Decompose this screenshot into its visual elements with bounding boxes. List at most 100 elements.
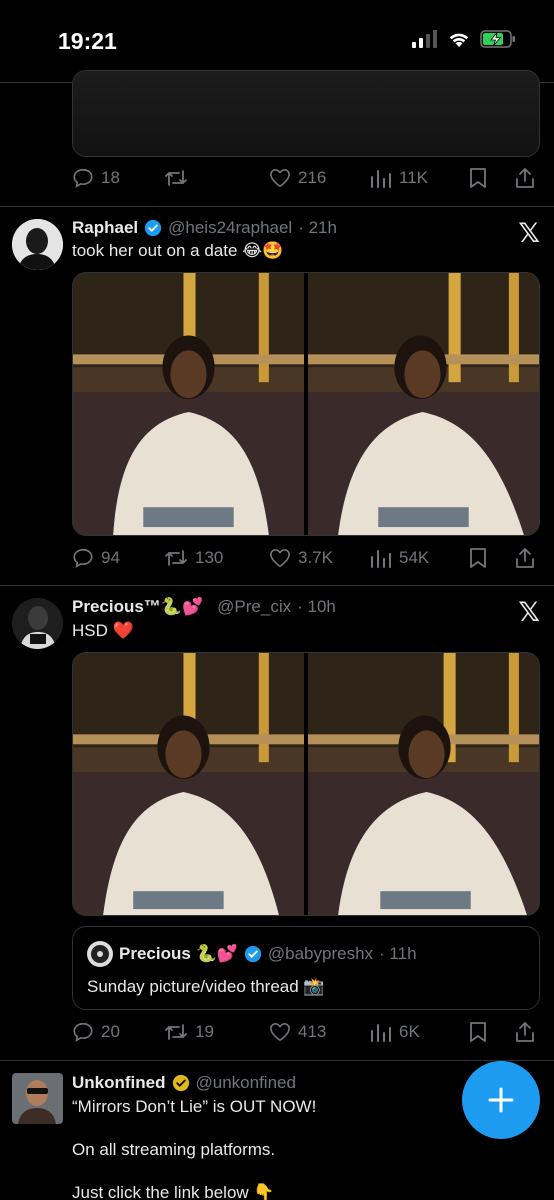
wifi-icon xyxy=(449,33,469,47)
bookmark-icon xyxy=(470,548,486,568)
retweet-icon xyxy=(165,170,187,186)
quote-display-name[interactable]: Precious 🐍💕 xyxy=(119,944,238,964)
divider xyxy=(0,585,554,586)
reply-icon xyxy=(73,168,93,188)
like-button[interactable]: 216 xyxy=(269,168,326,188)
views-count: 11K xyxy=(399,168,428,187)
views-count: 6K xyxy=(399,1022,420,1041)
retweet-button[interactable] xyxy=(164,167,195,189)
handle[interactable]: @unkonfined xyxy=(196,1073,296,1093)
avatar-image xyxy=(12,598,63,649)
reply-icon xyxy=(73,1022,93,1042)
bookmark-icon xyxy=(470,168,486,188)
like-count: 216 xyxy=(298,168,327,187)
share-icon xyxy=(516,548,534,568)
share-button[interactable] xyxy=(514,167,536,189)
views-button[interactable]: 11K xyxy=(370,168,428,188)
tweet-media[interactable] xyxy=(72,652,540,916)
bookmark-button[interactable] xyxy=(468,1021,488,1043)
share-button[interactable] xyxy=(514,1021,536,1043)
tweet-media[interactable] xyxy=(72,70,540,157)
handle[interactable]: @heis24raphael xyxy=(168,218,292,238)
verified-gold-badge-icon xyxy=(172,1074,189,1092)
x-logo-icon: 𝕏 xyxy=(518,218,540,249)
quote-text: Sunday picture/video thread 📸 xyxy=(87,977,325,996)
display-name[interactable]: Unkonfined xyxy=(72,1073,166,1093)
tweet-text: HSD ❤️ xyxy=(72,621,134,640)
bookmark-icon xyxy=(470,1022,486,1042)
avatar[interactable] xyxy=(12,598,63,649)
reply-button[interactable]: 18 xyxy=(72,167,120,189)
divider xyxy=(0,1060,554,1061)
media-image-right[interactable] xyxy=(308,273,539,535)
display-name[interactable]: Raphael xyxy=(72,218,138,238)
media-image-left[interactable] xyxy=(73,653,304,915)
views-icon xyxy=(371,1024,391,1042)
share-icon xyxy=(516,1022,534,1042)
tweet-media[interactable] xyxy=(72,272,540,536)
divider xyxy=(0,206,554,207)
display-name[interactable]: Precious™🐍💕 xyxy=(72,597,203,617)
avatar[interactable] xyxy=(12,1073,63,1124)
retweet-count: 19 xyxy=(195,1022,214,1041)
timestamp: · 10h xyxy=(297,597,336,616)
reply-count: 94 xyxy=(101,548,120,567)
handle[interactable]: @Pre_cix xyxy=(217,597,291,617)
timestamp: · 21h xyxy=(298,218,337,237)
retweet-icon xyxy=(165,1024,187,1040)
retweet-button[interactable]: 130 xyxy=(164,547,223,569)
cellular-signal-icon xyxy=(412,30,437,48)
avatar[interactable] xyxy=(12,219,63,270)
reply-count: 18 xyxy=(101,168,120,187)
tweet-text-line: “Mirrors Don’t Lie” is OUT NOW! xyxy=(72,1097,317,1116)
retweet-icon xyxy=(165,550,187,566)
quote-timestamp: · 11h xyxy=(379,944,417,963)
quote-header: Precious 🐍💕 @babypreshx · 11h xyxy=(87,941,417,967)
plus-icon xyxy=(488,1087,514,1113)
reply-icon xyxy=(73,548,93,568)
views-button[interactable]: 54K xyxy=(370,548,429,568)
reply-button[interactable]: 94 xyxy=(72,547,120,569)
avatar-image xyxy=(12,219,63,270)
like-count: 413 xyxy=(298,1022,327,1041)
tweet-text-line: On all streaming platforms. xyxy=(72,1140,276,1159)
media-image-right[interactable] xyxy=(308,653,539,915)
media-image[interactable] xyxy=(73,71,539,156)
views-button[interactable]: 6K xyxy=(370,1022,420,1042)
tweet-header: Raphael @heis24raphael · 21h xyxy=(72,218,337,238)
share-icon xyxy=(516,168,534,188)
heart-icon xyxy=(270,1022,290,1042)
retweet-count: 130 xyxy=(195,548,224,567)
heart-icon xyxy=(270,548,290,568)
verified-badge-icon xyxy=(145,219,162,237)
views-count: 54K xyxy=(399,548,430,567)
verified-badge-icon xyxy=(244,945,261,963)
like-button[interactable]: 413 xyxy=(269,1022,326,1042)
quoted-tweet[interactable]: Precious 🐍💕 @babypreshx · 11h Sunday pic… xyxy=(72,926,540,1010)
battery-charging-icon xyxy=(480,30,515,48)
share-button[interactable] xyxy=(514,547,536,569)
quote-avatar[interactable] xyxy=(87,941,113,967)
media-image-left[interactable] xyxy=(73,273,304,535)
like-count: 3.7K xyxy=(298,548,333,567)
bookmark-button[interactable] xyxy=(468,167,488,189)
tweet-text-line: Just click the link below 👇 xyxy=(72,1183,275,1200)
tweet-actions: 20 19 413 6K xyxy=(72,1017,540,1047)
avatar-image xyxy=(12,1073,63,1124)
quote-handle[interactable]: @babypreshx xyxy=(268,944,373,964)
like-button[interactable]: 3.7K xyxy=(269,548,333,568)
tweet-header: Precious™🐍💕 @Pre_cix · 10h xyxy=(72,597,336,617)
status-time: 19:21 xyxy=(58,28,117,54)
x-logo-icon: 𝕏 xyxy=(518,597,540,628)
tweet-text: took her out on a date 😂🤩 xyxy=(72,241,284,260)
heart-icon xyxy=(270,168,290,188)
status-icons xyxy=(412,30,516,48)
retweet-button[interactable]: 19 xyxy=(164,1021,214,1043)
reply-count: 20 xyxy=(101,1022,120,1041)
bookmark-button[interactable] xyxy=(468,547,488,569)
views-icon xyxy=(371,550,391,568)
tweet-actions: 18 216 11K xyxy=(72,163,540,193)
reply-button[interactable]: 20 xyxy=(72,1021,120,1043)
compose-button[interactable] xyxy=(462,1061,540,1139)
views-icon xyxy=(371,170,391,188)
